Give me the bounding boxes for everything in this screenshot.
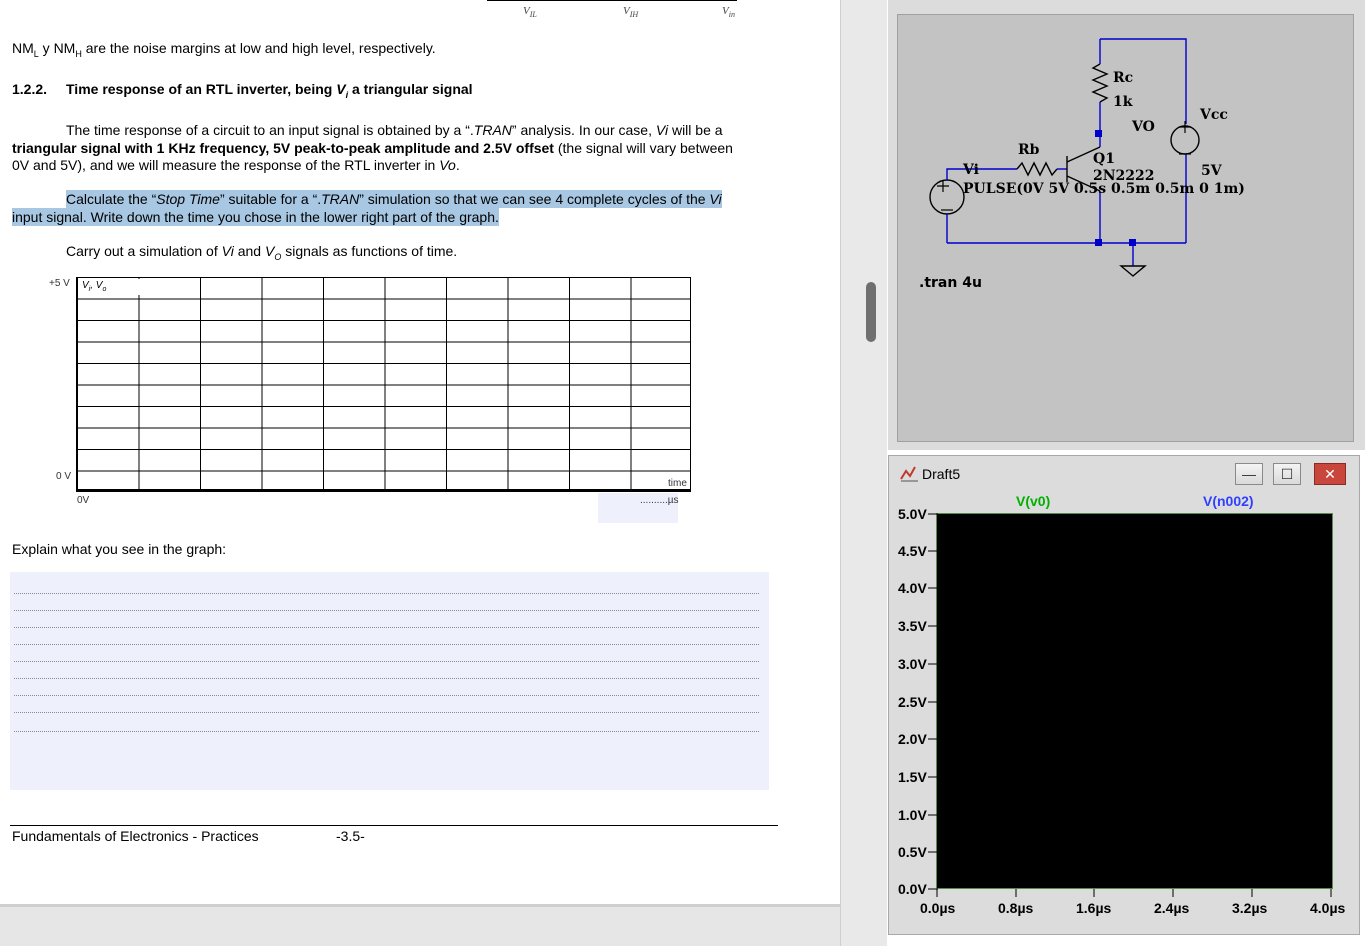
maximize-button[interactable]: ☐ (1273, 463, 1301, 485)
y-tick-label: 0.0V (898, 881, 927, 897)
y-tick-label: 4.0V (898, 580, 927, 596)
y-axis-ticks (928, 513, 938, 890)
q1-label: Q1 (1093, 151, 1115, 167)
grid-time-label: time (668, 478, 687, 489)
vo-net-label: VO (1131, 119, 1155, 135)
rc-label: Rc (1113, 70, 1133, 86)
minimize-button[interactable]: — (1235, 463, 1263, 485)
close-button[interactable]: ✕ (1314, 463, 1346, 485)
transfer-axis-line (487, 0, 737, 2)
grid-time-unit: ..........µs (640, 495, 679, 506)
answer-grid (76, 277, 691, 492)
y-tick-label: 1.0V (898, 807, 927, 823)
vi-net-label: Vi (962, 162, 979, 178)
vi-pulse-spec: PULSE(0V 5V 0.5s 0.5m 0.5m 0 1m) (963, 181, 1245, 197)
x-axis-ticks (936, 889, 1332, 897)
answer-line (14, 593, 759, 594)
y-tick-label: 2.0V (898, 731, 927, 747)
waveform-window-icon (900, 466, 918, 482)
footer-rule (10, 825, 778, 826)
schematic-drawing: Rc 1k Vcc VO Rb Q1 Vi 5V 2N2222 PULSE(0V… (919, 38, 1245, 291)
rb-label: Rb (1018, 142, 1040, 158)
answer-line (14, 644, 759, 645)
grid-top-value: +5 V (49, 278, 70, 289)
simulation-instruction: Carry out a simulation of Vi and VO sign… (66, 243, 458, 262)
y-tick-label: 3.0V (898, 656, 927, 672)
y-tick-label: 3.5V (898, 618, 927, 634)
answer-line (14, 610, 759, 611)
rc-value: 1k (1113, 94, 1133, 110)
x-tick-label: 1.6µs (1076, 900, 1112, 916)
x-tick-label: 0.8µs (998, 900, 1034, 916)
axis-tick-vin: Vin (722, 5, 735, 20)
x-tick-label: 4.0µs (1310, 900, 1346, 916)
y-tick-label: 1.5V (898, 769, 927, 785)
paragraph-1-line-1: The time response of a circuit to an inp… (66, 122, 723, 138)
vertical-scrollbar-thumb[interactable] (866, 282, 876, 342)
document-gutter (0, 904, 840, 946)
footer-title: Fundamentals of Electronics - Practices (12, 828, 259, 844)
section-number: 1.2.2. (12, 81, 48, 97)
grid-series-label: Vi, Vo (78, 279, 140, 295)
trace-label-v0[interactable]: V(v0) (1016, 493, 1050, 509)
axis-tick-vih: VIH (623, 5, 639, 20)
vcc-value: 5V (1201, 163, 1223, 179)
y-tick-label: 4.5V (898, 543, 927, 559)
grid-origin-label: 0V (77, 495, 90, 506)
vcc-label: Vcc (1199, 107, 1228, 123)
paragraph-1-line-3: 0V and 5V), and we will measure the resp… (12, 157, 460, 173)
trace-label-n002[interactable]: V(n002) (1203, 493, 1254, 509)
axis-tick-vil: VIL (523, 5, 537, 20)
footer-page-number: -3.5- (336, 828, 365, 844)
answer-line (14, 695, 759, 696)
answer-line (14, 712, 759, 713)
vertical-scrollbar-track[interactable] (840, 0, 887, 946)
answer-line (14, 627, 759, 628)
answer-line (14, 661, 759, 662)
waveform-plot-area[interactable] (936, 513, 1333, 889)
noise-margin-text: NML y NMH are the noise margins at low a… (12, 40, 436, 59)
explain-prompt: Explain what you see in the graph: (12, 541, 227, 557)
highlighted-instruction-line-1[interactable]: Calculate the “Stop Time” suitable for a… (66, 190, 722, 208)
x-tick-label: 3.2µs (1232, 900, 1268, 916)
answer-line (14, 678, 759, 679)
answer-line (14, 731, 759, 732)
tran-directive: .tran 4u (919, 275, 982, 291)
x-tick-label: 2.4µs (1154, 900, 1190, 916)
highlighted-instruction-line-2[interactable]: input signal. Write down the time you ch… (12, 208, 499, 226)
explanation-answer-box[interactable] (10, 572, 769, 790)
section-title: Time response of an RTL inverter, being … (66, 81, 473, 100)
y-tick-label: 2.5V (898, 694, 927, 710)
grid-zero-value: 0 V (56, 471, 72, 482)
y-tick-label: 5.0V (898, 506, 927, 522)
x-tick-label: 0.0µs (920, 900, 956, 916)
waveform-window-title: Draft5 (922, 466, 961, 482)
paragraph-1-line-2: triangular signal with 1 KHz frequency, … (12, 140, 733, 156)
y-tick-label: 0.5V (898, 844, 927, 860)
